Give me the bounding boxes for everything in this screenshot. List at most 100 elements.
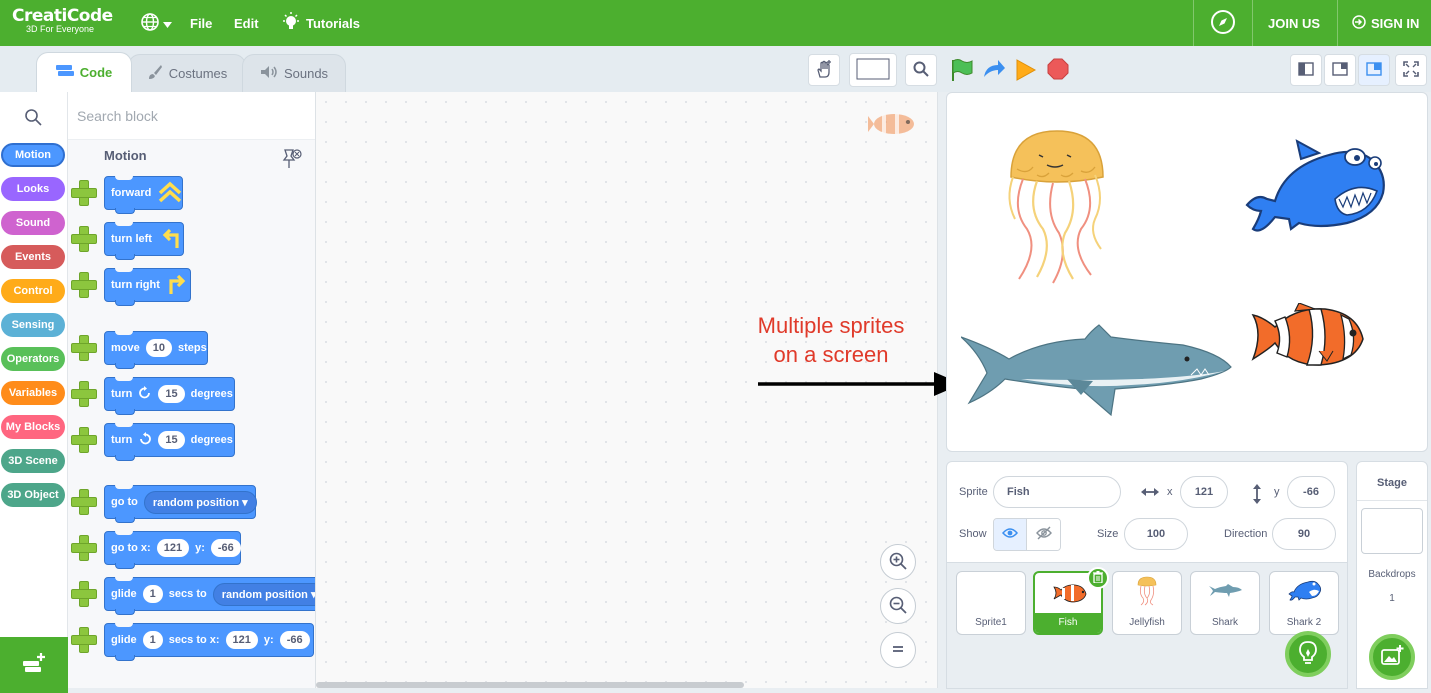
file-menu[interactable]: File xyxy=(190,0,212,46)
size-input[interactable]: 100 xyxy=(1124,518,1188,550)
search-input[interactable]: Search block xyxy=(68,92,315,140)
category-sensing[interactable]: Sensing xyxy=(1,313,65,337)
block-go-to[interactable]: go to random position ▾ xyxy=(104,485,257,523)
zoom-reset-button[interactable] xyxy=(880,632,916,668)
zoom-out-button[interactable] xyxy=(880,588,916,624)
add-block-plus[interactable] xyxy=(71,272,97,298)
block-turn-clockwise[interactable]: turn 15 degrees xyxy=(104,377,235,415)
tab-sounds[interactable]: Sounds xyxy=(242,54,346,92)
category-3d-object[interactable]: 3D Object xyxy=(1,483,65,507)
add-sprite-button[interactable] xyxy=(1285,631,1331,677)
show-button[interactable] xyxy=(994,519,1028,550)
normal-stage-button[interactable] xyxy=(1324,54,1356,86)
stage-thumbnail[interactable] xyxy=(1361,508,1423,554)
stage-selector-panel[interactable]: Stage Backdrops 1 xyxy=(1356,461,1428,689)
hide-button[interactable] xyxy=(1027,519,1060,550)
block-forward[interactable]: forward xyxy=(104,176,183,214)
category-my-blocks[interactable]: My Blocks xyxy=(1,415,65,439)
zoom-in-button[interactable] xyxy=(880,544,916,580)
sprite-tile-shark[interactable]: Shark xyxy=(1190,571,1260,635)
jellyfish-sprite[interactable] xyxy=(997,129,1117,292)
category-operators[interactable]: Operators xyxy=(1,347,65,371)
shark2-sprite[interactable] xyxy=(1243,137,1389,248)
secs-input[interactable]: 1 xyxy=(142,585,163,603)
creaticode-logo[interactable]: CreatiCode 3D For Everyone xyxy=(12,6,120,40)
sprite-tile-jellyfish[interactable]: Jellyfish xyxy=(1112,571,1182,635)
add-block-plus[interactable] xyxy=(71,180,97,206)
x-input[interactable]: 121 xyxy=(156,539,190,557)
x-input[interactable]: 121 xyxy=(225,631,258,649)
pin-icon[interactable] xyxy=(282,148,302,173)
green-flag-button[interactable] xyxy=(950,58,974,85)
join-button[interactable]: JOIN US xyxy=(1268,0,1320,46)
add-block-plus[interactable] xyxy=(71,535,97,561)
category-motion[interactable]: Motion xyxy=(1,143,65,167)
fullscreen-button[interactable] xyxy=(1395,54,1427,86)
play-button[interactable] xyxy=(1015,58,1037,85)
category-variables[interactable]: Variables xyxy=(1,381,65,405)
menu-divider xyxy=(1337,0,1338,46)
category-looks[interactable]: Looks xyxy=(1,177,65,201)
secs-input[interactable]: 1 xyxy=(142,631,163,649)
goto-target-dropdown[interactable]: random position ▾ xyxy=(143,490,257,514)
degrees-input[interactable]: 15 xyxy=(158,431,185,449)
size-label: Size xyxy=(1097,528,1119,540)
category-3d-scene[interactable]: 3D Scene xyxy=(1,449,65,473)
rotate-counterclockwise-icon xyxy=(138,431,152,449)
step-button[interactable] xyxy=(982,59,1006,82)
search-icon[interactable] xyxy=(24,108,42,129)
steps-input[interactable]: 10 xyxy=(145,339,172,357)
signin-button[interactable]: SIGN IN xyxy=(1352,0,1419,46)
tutorials-menu[interactable]: Tutorials xyxy=(282,0,360,46)
x-input[interactable]: 121 xyxy=(1180,476,1228,508)
block-label: turn xyxy=(111,388,133,400)
hand-tool-button[interactable] xyxy=(808,54,840,86)
block-glide-to-xy[interactable]: glide 1 secs to x: 121 y: -66 xyxy=(104,623,314,661)
large-stage-button[interactable] xyxy=(1358,54,1390,86)
degrees-input[interactable]: 15 xyxy=(158,385,185,403)
y-input[interactable]: -66 xyxy=(1287,476,1335,508)
stage-size-button[interactable] xyxy=(849,53,897,87)
block-go-to-xy[interactable]: go to x: 121 y: -66 xyxy=(104,531,241,569)
x-label: x xyxy=(1167,486,1173,498)
add-block-plus[interactable] xyxy=(71,627,97,653)
block-glide-to[interactable]: glide 1 secs to random position ▾ xyxy=(104,577,315,615)
edit-menu[interactable]: Edit xyxy=(234,0,259,46)
category-events[interactable]: Events xyxy=(1,245,65,269)
add-extension-button[interactable] xyxy=(0,637,68,693)
block-turn-right[interactable]: turn right xyxy=(104,268,191,306)
add-block-plus[interactable] xyxy=(71,226,97,252)
explore-button[interactable] xyxy=(1210,0,1236,46)
category-control[interactable]: Control xyxy=(1,279,65,303)
add-backdrop-button[interactable] xyxy=(1369,634,1415,680)
stop-button[interactable] xyxy=(1047,58,1069,83)
horizontal-scrollbar[interactable] xyxy=(316,682,744,688)
language-menu[interactable] xyxy=(140,0,172,46)
y-input[interactable]: -66 xyxy=(279,631,310,649)
code-workspace[interactable]: Multiple sprites on a screen xyxy=(316,92,962,688)
direction-input[interactable]: 90 xyxy=(1272,518,1336,550)
add-extension-icon xyxy=(21,652,47,678)
add-block-plus[interactable] xyxy=(71,381,97,407)
small-stage-button[interactable] xyxy=(1290,54,1322,86)
sprite-name-input[interactable]: Fish xyxy=(993,476,1121,508)
block-turn-counterclockwise[interactable]: turn 15 degrees xyxy=(104,423,235,461)
category-sound[interactable]: Sound xyxy=(1,211,65,235)
add-block-plus[interactable] xyxy=(71,489,97,515)
delete-sprite-button[interactable] xyxy=(1087,567,1109,589)
block-turn-left[interactable]: turn left xyxy=(104,222,184,260)
shark-sprite[interactable] xyxy=(960,323,1233,424)
sprite-tile-sprite1[interactable]: Sprite1 xyxy=(956,571,1026,635)
tab-code[interactable]: Code xyxy=(36,52,132,92)
add-block-plus[interactable] xyxy=(71,427,97,453)
add-block-plus[interactable] xyxy=(71,581,97,607)
fish-sprite[interactable] xyxy=(1249,302,1367,374)
y-input[interactable]: -66 xyxy=(210,539,241,557)
glide-target-dropdown[interactable]: random position ▾ xyxy=(212,582,315,606)
sprite-tile-shark-2[interactable]: Shark 2 xyxy=(1269,571,1339,635)
tab-costumes[interactable]: Costumes xyxy=(128,54,246,92)
stage-canvas[interactable] xyxy=(946,92,1428,452)
add-block-plus[interactable] xyxy=(71,335,97,361)
search-button[interactable] xyxy=(905,54,937,86)
block-move-steps[interactable]: move 10 steps xyxy=(104,331,208,369)
